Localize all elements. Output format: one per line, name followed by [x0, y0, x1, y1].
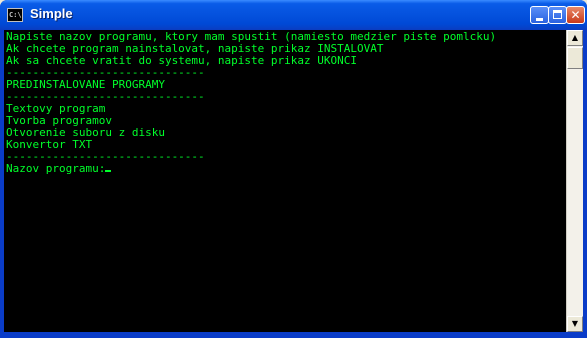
close-icon: ✕ [570, 8, 581, 22]
input-prompt-line[interactable]: Nazov programu: [6, 162, 112, 175]
console-app-icon[interactable]: C:\ [7, 8, 23, 22]
text-cursor [105, 170, 112, 172]
title-bar[interactable]: C:\ Simple ✕ [0, 0, 587, 30]
minimize-icon [536, 18, 543, 21]
console-window: C:\ Simple ✕ Napiste nazov programu, kto… [0, 0, 587, 338]
scroll-down-button[interactable]: ▼ [567, 316, 583, 332]
arrow-down-icon: ▼ [571, 319, 579, 328]
minimize-button[interactable] [530, 6, 549, 24]
vertical-scrollbar[interactable]: ▲ ▼ [566, 30, 583, 332]
scrollbar-thumb[interactable] [567, 47, 583, 69]
input-prompt: Nazov programu: [6, 162, 106, 175]
maximize-button[interactable] [548, 6, 567, 24]
maximize-icon [553, 10, 562, 19]
window-title: Simple [30, 6, 73, 21]
arrow-up-icon: ▲ [571, 33, 579, 42]
close-button[interactable]: ✕ [566, 6, 585, 24]
scroll-up-button[interactable]: ▲ [567, 30, 583, 46]
console-output[interactable]: Napiste nazov programu, ktory mam spusti… [4, 30, 566, 332]
